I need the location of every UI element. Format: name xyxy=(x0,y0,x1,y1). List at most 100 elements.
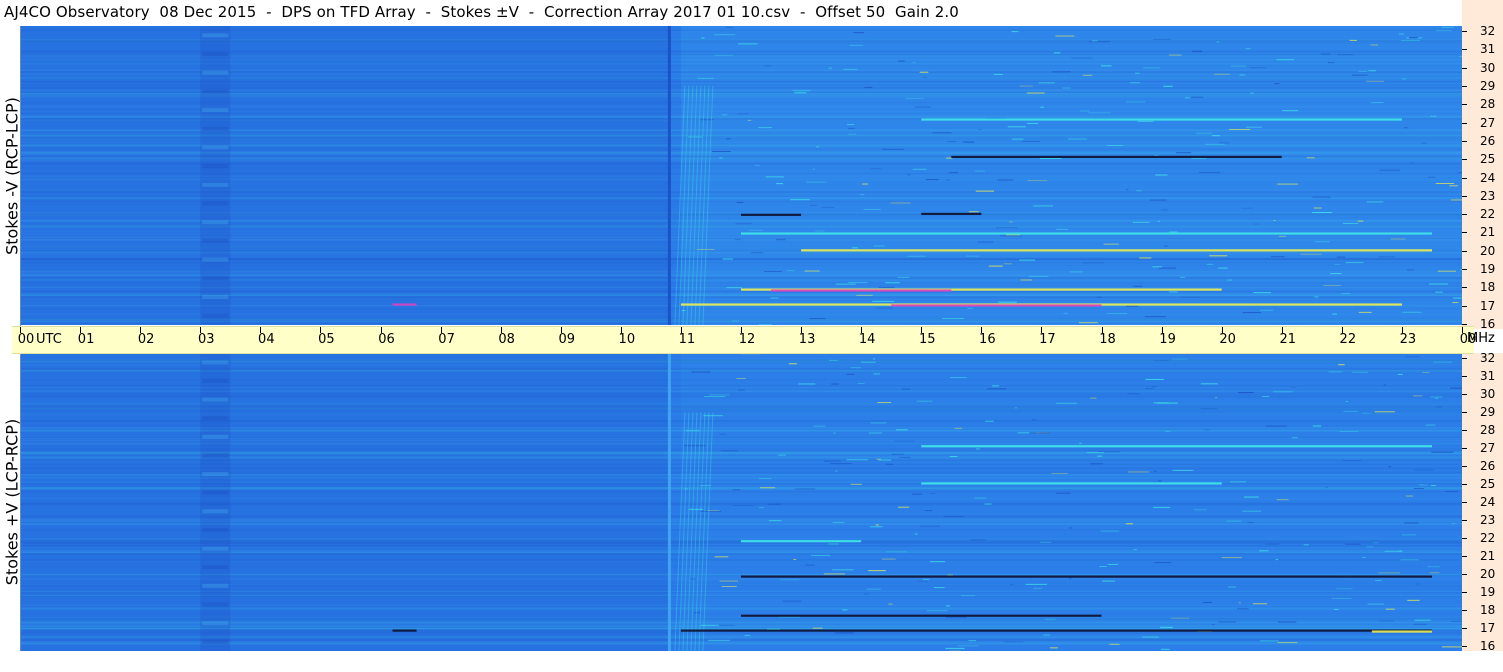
heatmap-speckle xyxy=(714,54,733,56)
heatmap-texture-line xyxy=(20,434,1462,437)
heatmap-speckle xyxy=(1135,72,1140,74)
heatmap-speckle xyxy=(1352,74,1368,76)
time-tick-label: 20 xyxy=(1219,332,1236,347)
heatmap-speckle xyxy=(968,640,977,642)
heatmap-speckle xyxy=(1341,293,1351,295)
heatmap-band-stripe xyxy=(202,490,229,495)
heatmap-texture-line xyxy=(20,618,1462,620)
time-tick-label: 14 xyxy=(858,332,876,347)
heatmap-speckle xyxy=(862,183,868,185)
heatmap-speckle xyxy=(1040,106,1044,108)
heatmap-speckle xyxy=(1069,271,1083,273)
heatmap-speckle xyxy=(997,301,1017,303)
heatmap-speckle xyxy=(1409,37,1419,39)
heatmap-speckle xyxy=(703,396,726,398)
heatmap-speckle xyxy=(968,211,979,213)
heatmap-speckle xyxy=(831,569,854,571)
heatmap-speckle xyxy=(1009,221,1013,223)
heatmap-speckle xyxy=(1282,110,1299,112)
heatmap-speckle xyxy=(1276,59,1295,61)
heatmap-speckle xyxy=(1040,541,1052,543)
heatmap-texture-line xyxy=(20,225,1462,228)
heatmap-speckle xyxy=(1402,534,1416,536)
heatmap-speckle xyxy=(1215,396,1218,398)
heatmap-texture-line xyxy=(20,293,1462,295)
heatmap-texture-line xyxy=(20,360,1462,363)
heatmap-speckle xyxy=(719,433,727,435)
heatmap-streak xyxy=(741,213,802,216)
heatmap-texture-line xyxy=(20,422,1462,424)
heatmap-speckle xyxy=(813,425,826,427)
frequency-tick xyxy=(1462,412,1467,413)
frequency-tick-label: 30 xyxy=(1480,60,1496,75)
heatmap-speckle xyxy=(1025,583,1048,585)
heatmap-speckle xyxy=(835,283,856,285)
time-tick-label: 02 xyxy=(137,332,155,347)
frequency-tick xyxy=(1462,31,1467,32)
heatmap-speckle xyxy=(1435,182,1455,184)
heatmap-texture-line xyxy=(20,604,1462,607)
heatmap-speckle xyxy=(1056,402,1077,404)
heatmap-speckle xyxy=(977,241,994,243)
frequency-tick xyxy=(1462,122,1467,124)
heatmap-speckle xyxy=(1069,578,1072,580)
heatmap-texture-line xyxy=(20,487,1462,490)
heatmap-speckle xyxy=(811,554,831,556)
heatmap-texture-line xyxy=(20,308,1462,310)
heatmap-speckle xyxy=(790,199,811,201)
heatmap-speckle xyxy=(1229,128,1251,130)
heatmap-speckle xyxy=(1273,219,1276,221)
heatmap-streak xyxy=(921,482,1222,485)
heatmap-texture-line xyxy=(20,323,1462,325)
heatmap-speckle xyxy=(812,168,815,170)
heatmap-speckle xyxy=(1096,296,1103,298)
heatmap-texture-line xyxy=(20,175,1462,177)
heatmap-speckle xyxy=(1157,220,1161,222)
heatmap-texture-line xyxy=(20,110,1462,113)
heatmap-texture-line xyxy=(20,578,1462,580)
heatmap-band-stripe xyxy=(202,70,229,75)
heatmap-speckle xyxy=(997,179,1014,181)
heatmap-texture-line xyxy=(20,477,1462,479)
heatmap-speckle xyxy=(1237,608,1249,610)
heatmap-speckle xyxy=(1221,557,1242,559)
heatmap-speckle xyxy=(1218,267,1228,269)
heatmap-speckle xyxy=(1410,162,1414,164)
heatmap-texture-line xyxy=(20,635,1462,639)
heatmap-speckle xyxy=(978,129,982,131)
frequency-tick xyxy=(1462,394,1467,395)
heatmap-speckle xyxy=(957,645,979,647)
heatmap-speckle xyxy=(1265,425,1287,427)
heatmap-speckle xyxy=(1051,472,1068,474)
heatmap-speckle xyxy=(886,463,894,465)
heatmap-speckle xyxy=(1422,372,1430,374)
heatmap-speckle xyxy=(1346,400,1349,402)
heatmap-speckle xyxy=(831,383,839,385)
heatmap-speckle xyxy=(1245,126,1262,128)
heatmap-speckle xyxy=(1053,52,1061,54)
time-tick-label: 06 xyxy=(378,332,395,347)
heatmap-speckle xyxy=(1379,169,1400,171)
heatmap-band-stripe xyxy=(202,453,229,458)
frequency-tick-label: 28 xyxy=(1480,423,1496,437)
heatmap-streak xyxy=(680,629,1432,632)
heatmap-speckle xyxy=(1154,562,1172,564)
heatmap-band-stripe xyxy=(202,220,229,225)
heatmap-speckle xyxy=(1170,617,1190,619)
heatmap-speckle xyxy=(1336,256,1346,258)
heatmap-texture-line xyxy=(20,290,1462,293)
heatmap-speckle xyxy=(1342,222,1359,224)
heatmap-speckle xyxy=(1259,550,1269,552)
heatmap-vertical-line xyxy=(667,353,671,651)
heatmap-speckle xyxy=(714,556,729,558)
heatmap-speckle xyxy=(1237,392,1254,394)
heatmap-speckle xyxy=(1249,67,1266,69)
heatmap-speckle xyxy=(1367,603,1385,605)
heatmap-speckle xyxy=(1241,207,1254,209)
frequency-tick xyxy=(1462,358,1467,359)
heatmap-band-stripe xyxy=(202,257,229,262)
heatmap-speckle xyxy=(946,605,951,607)
heatmap-speckle xyxy=(821,207,835,209)
heatmap-speckle xyxy=(1089,463,1104,465)
heatmap-speckle xyxy=(1109,643,1120,645)
